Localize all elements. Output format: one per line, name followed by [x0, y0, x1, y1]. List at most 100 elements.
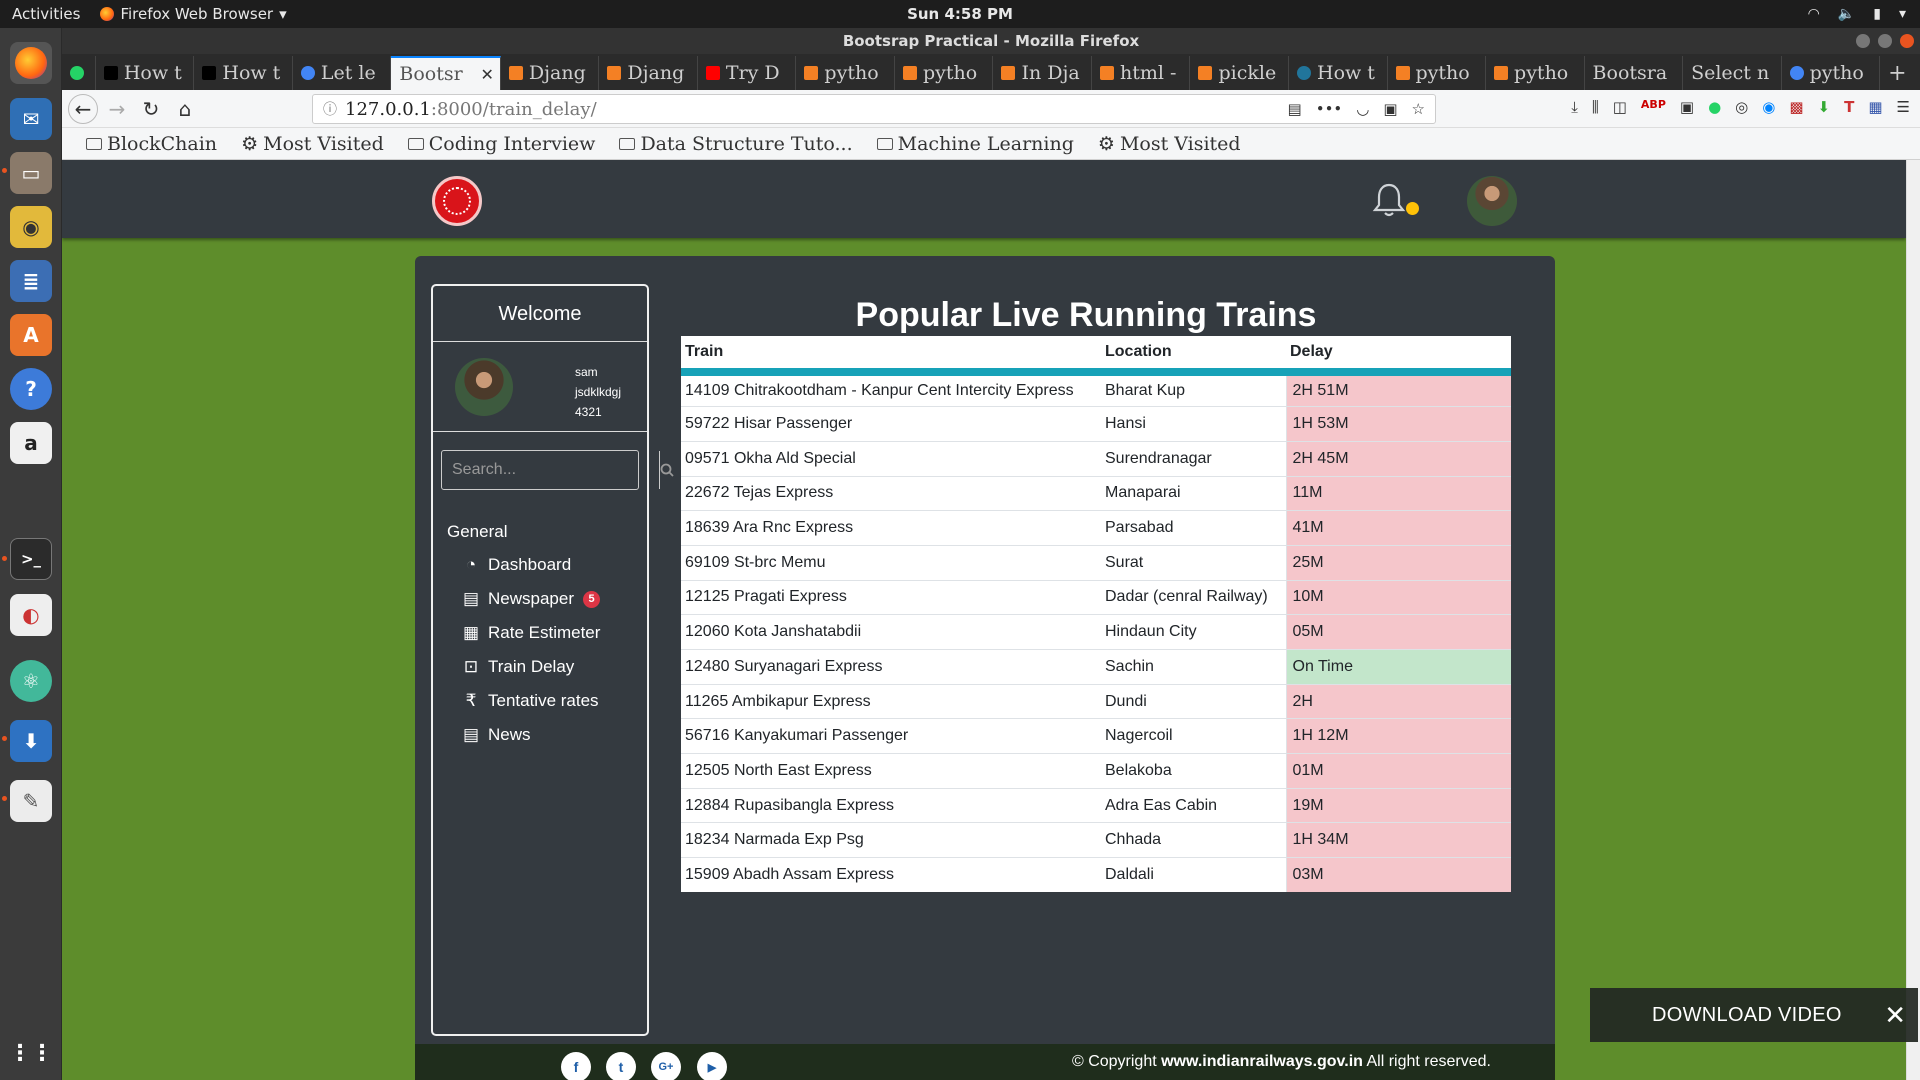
- facebook-icon[interactable]: f: [561, 1052, 591, 1080]
- dock-firefox[interactable]: [10, 42, 52, 84]
- notifications-button[interactable]: [1372, 182, 1420, 222]
- youtube-icon[interactable]: ▶: [697, 1052, 727, 1080]
- eclipse-icon[interactable]: ◐: [10, 594, 52, 636]
- hamburger-menu-icon[interactable]: ☰: [1897, 98, 1910, 116]
- show-apps-icon[interactable]: ⋮⋮: [9, 1032, 53, 1074]
- tab-11[interactable]: html -: [1092, 56, 1191, 90]
- libreoffice-writer-icon[interactable]: ≣: [10, 260, 52, 302]
- download-video-button[interactable]: DOWNLOAD VIDEO: [1652, 1004, 1842, 1027]
- toolbar-icons: ⤓ ⫼ ◫ ABP ▣ ● ◎ ◉ ▩ ⬇ T ▦ ☰: [1571, 98, 1910, 116]
- notification-extension-icon[interactable]: ▦: [1868, 98, 1882, 116]
- home-button[interactable]: ⌂: [170, 94, 200, 124]
- tab-13[interactable]: How t: [1289, 56, 1388, 90]
- sidebar-item-tentative-rates[interactable]: ₹ Tentative rates: [463, 684, 600, 718]
- maximize-button[interactable]: [1878, 34, 1892, 48]
- google-plus-icon[interactable]: G+: [651, 1052, 681, 1080]
- page-scrollbar[interactable]: [1906, 160, 1920, 1080]
- downloader-icon[interactable]: ⬇: [10, 720, 52, 762]
- tab-6[interactable]: Djang: [599, 56, 698, 90]
- pocket-icon[interactable]: ◡: [1356, 100, 1369, 118]
- save-page-icon[interactable]: ▣: [1383, 100, 1397, 118]
- library-icon[interactable]: ⫼: [1592, 98, 1599, 116]
- user-name: sam: [575, 365, 598, 379]
- wifi-icon: ◠: [1807, 6, 1820, 22]
- clock[interactable]: Sun 4:58 PM: [907, 5, 1013, 23]
- amazon-icon[interactable]: a: [10, 422, 52, 464]
- tab-0[interactable]: [62, 56, 96, 90]
- close-icon[interactable]: ✕: [1884, 1000, 1906, 1031]
- twitter-icon[interactable]: t: [606, 1052, 636, 1080]
- cell-delay: 03M: [1285, 857, 1511, 893]
- tab-4-active[interactable]: Bootsr ✕: [391, 56, 501, 90]
- page-actions-icon[interactable]: •••: [1316, 100, 1343, 118]
- bookmark-item[interactable]: Machine Learning: [876, 133, 1074, 155]
- sidebar-item-newspaper[interactable]: ▤ Newspaper 5: [463, 582, 600, 616]
- search-input[interactable]: [442, 451, 659, 489]
- tab-7[interactable]: Try D: [698, 56, 797, 90]
- extension-red-icon[interactable]: ▩: [1789, 98, 1803, 116]
- tab-15[interactable]: pytho: [1486, 56, 1585, 90]
- whatsapp-extension-icon[interactable]: ●: [1708, 98, 1721, 116]
- thunderbird-icon[interactable]: ✉: [10, 98, 52, 140]
- messenger-icon[interactable]: ◉: [1762, 98, 1775, 116]
- tab-14[interactable]: pytho: [1388, 56, 1487, 90]
- adblock-icon[interactable]: ABP: [1641, 98, 1666, 116]
- close-tab-icon[interactable]: ✕: [480, 65, 493, 84]
- tab-8[interactable]: pytho: [796, 56, 895, 90]
- sidebar-toggle-icon[interactable]: ◫: [1613, 98, 1627, 116]
- atom-icon[interactable]: ⚛: [10, 660, 52, 702]
- system-tray[interactable]: ◠ 🔈 ▮ ▾: [1808, 6, 1906, 22]
- tab-2[interactable]: How t: [194, 56, 293, 90]
- table-row: 14109 Chitrakootdham - Kanpur Cent Inter…: [681, 371, 1511, 407]
- help-icon[interactable]: ?: [10, 368, 52, 410]
- files-icon[interactable]: ▭: [10, 152, 52, 194]
- new-tab-button[interactable]: +: [1880, 56, 1920, 90]
- software-center-icon[interactable]: A: [10, 314, 52, 356]
- bookmark-item[interactable]: ⚙ Most Visited: [1098, 133, 1241, 155]
- bookmark-item[interactable]: ⚙ Most Visited: [241, 133, 384, 155]
- minimize-button[interactable]: [1856, 34, 1870, 48]
- tab-12[interactable]: pickle: [1190, 56, 1289, 90]
- tab-9[interactable]: pytho: [895, 56, 994, 90]
- sidebar-item-train-delay[interactable]: ⊡ Train Delay: [463, 650, 600, 684]
- close-window-button[interactable]: [1900, 34, 1914, 48]
- tab-1[interactable]: How t: [96, 56, 195, 90]
- bookmark-item[interactable]: Coding Interview: [407, 133, 595, 155]
- back-button[interactable]: ←: [68, 93, 98, 124]
- text-editor-icon[interactable]: ✎: [10, 780, 52, 822]
- url-path: :8000/train_delay/: [430, 98, 597, 120]
- downloads-icon[interactable]: ⤓: [1571, 98, 1578, 116]
- sidebar-item-news[interactable]: ▤ News: [463, 718, 600, 752]
- bookmark-star-icon[interactable]: ☆: [1412, 100, 1425, 118]
- reader-view-icon[interactable]: ▤: [1288, 100, 1302, 118]
- tab-3[interactable]: Let le: [293, 56, 392, 90]
- tab-18[interactable]: pytho: [1782, 56, 1881, 90]
- sidebar-item-dashboard[interactable]: ◔ Dashboard: [463, 548, 600, 582]
- user-avatar[interactable]: [1467, 176, 1517, 226]
- rhythmbox-icon[interactable]: ◉: [10, 206, 52, 248]
- bookmark-item[interactable]: Data Structure Tuto...: [619, 133, 853, 155]
- extension-icon[interactable]: ◎: [1735, 98, 1748, 116]
- t-extension-icon[interactable]: T: [1844, 98, 1854, 116]
- nav-section-general: General: [447, 522, 508, 541]
- cell-train: 12480 Suryanagari Express: [681, 649, 1101, 685]
- downloader-extension-icon[interactable]: ⬇: [1818, 98, 1831, 116]
- forward-button[interactable]: →: [102, 94, 132, 124]
- tab-16[interactable]: Bootsra: [1585, 56, 1684, 90]
- site-info-icon[interactable]: ⓘ: [323, 99, 337, 119]
- save-extension-icon[interactable]: ▣: [1680, 98, 1694, 116]
- tab-10[interactable]: In Dja: [993, 56, 1092, 90]
- bookmark-item[interactable]: BlockChain: [86, 133, 217, 155]
- search-button[interactable]: [659, 451, 674, 489]
- copyright-site-link[interactable]: www.indianrailways.gov.in: [1161, 1053, 1363, 1070]
- tab-17[interactable]: Select n: [1683, 56, 1782, 90]
- sidebar-item-rate-estimeter[interactable]: ▦ Rate Estimeter: [463, 616, 600, 650]
- cell-location: Chhada: [1101, 822, 1286, 858]
- app-menu[interactable]: Firefox Web Browser ▾: [100, 5, 287, 23]
- indian-railways-logo[interactable]: [432, 176, 482, 226]
- tab-5[interactable]: Djang: [501, 56, 600, 90]
- terminal-icon[interactable]: >_: [10, 538, 52, 580]
- url-bar[interactable]: ⓘ 127.0.0.1:8000/train_delay/ ▤ ••• ◡ ▣ …: [312, 94, 1436, 124]
- reload-button[interactable]: ↻: [136, 94, 166, 124]
- activities-button[interactable]: Activities: [12, 5, 80, 23]
